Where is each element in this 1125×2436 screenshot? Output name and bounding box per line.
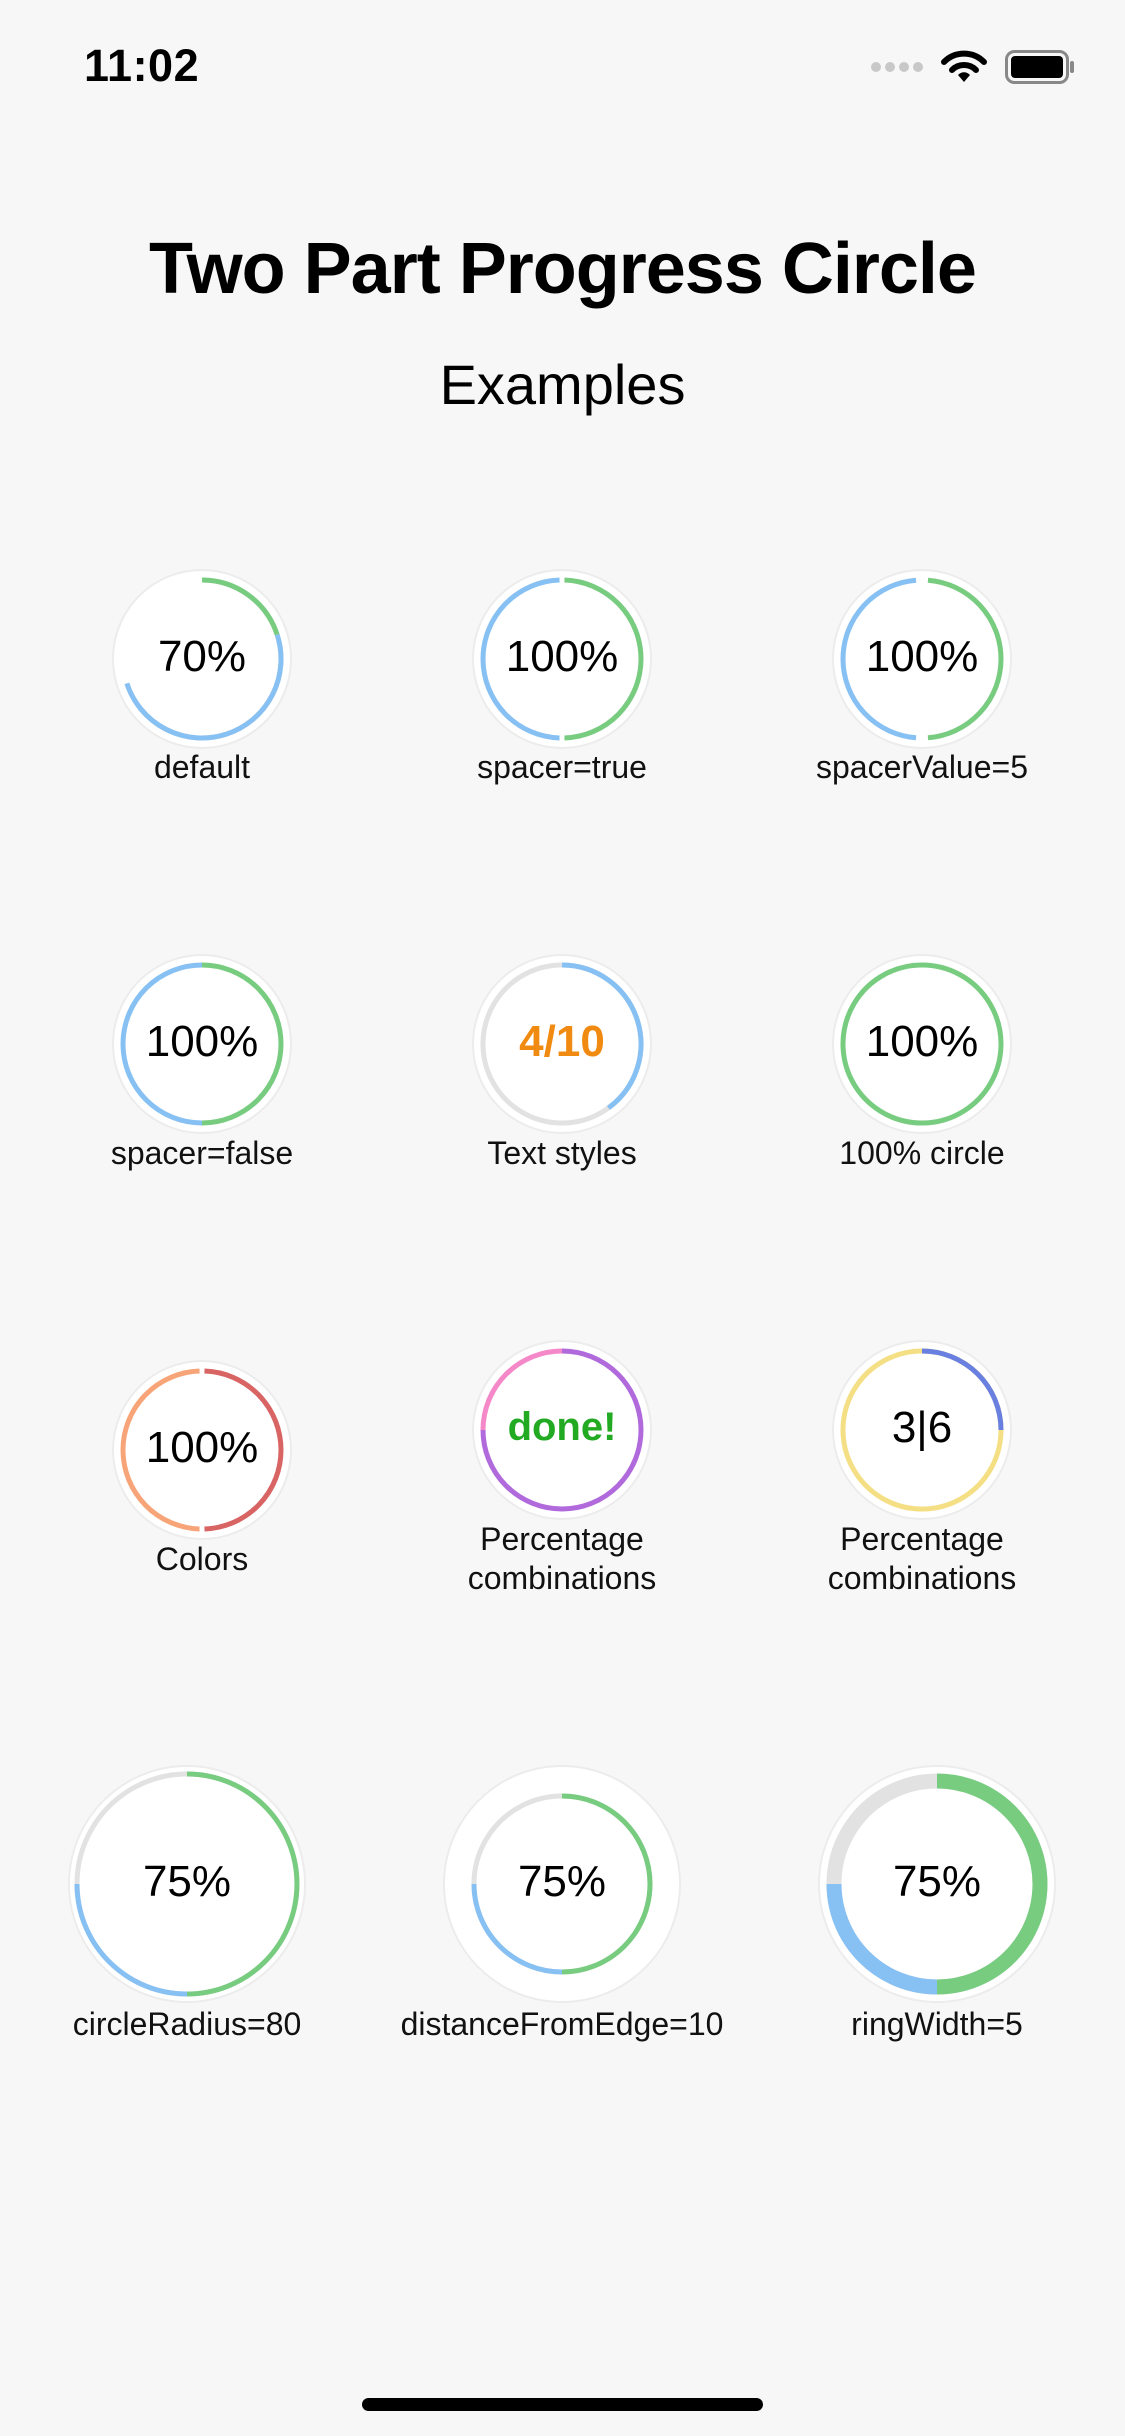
progress-circle: done! bbox=[463, 1331, 661, 1529]
caption-line: ringWidth=5 bbox=[851, 2006, 1023, 2042]
caption-line: Percentage bbox=[840, 1521, 1004, 1557]
progress-circle: 100% bbox=[103, 1351, 301, 1549]
example-caption: ringWidth=5 bbox=[757, 2005, 1117, 2044]
progress-circle: 100% bbox=[823, 560, 1021, 758]
caption-line: 100% circle bbox=[839, 1135, 1005, 1171]
caption-line: Percentage bbox=[480, 1521, 644, 1557]
progress-circle: 75% bbox=[809, 1756, 1065, 2012]
example-caption: spacer=false bbox=[22, 1134, 382, 1173]
progress-label: 100% bbox=[865, 631, 979, 681]
progress-label: 75% bbox=[517, 1856, 607, 1906]
progress-circle: 4/10 bbox=[463, 945, 661, 1143]
caption-line: circleRadius=80 bbox=[72, 2006, 302, 2042]
example-caption: Percentage combinations bbox=[382, 1520, 742, 1598]
battery-icon bbox=[1005, 50, 1074, 84]
example-caption: default bbox=[22, 748, 382, 787]
example-caption: 100% circle bbox=[742, 1134, 1102, 1173]
progress-circle: 3|6 bbox=[823, 1331, 1021, 1529]
progress-circle: 100% bbox=[463, 560, 661, 758]
example-caption: distanceFromEdge=10 bbox=[382, 2005, 742, 2044]
example-caption: Percentage combinations bbox=[742, 1520, 1102, 1598]
caption-line: default bbox=[153, 749, 251, 785]
caption-line: Text styles bbox=[487, 1135, 637, 1171]
progress-circle: 75% bbox=[434, 1756, 690, 2012]
status-icons bbox=[871, 50, 1075, 84]
progress-label: done! bbox=[507, 1405, 617, 1450]
caption-line: distanceFromEdge=10 bbox=[400, 2006, 724, 2042]
caption-line: spacer=true bbox=[477, 749, 647, 785]
caption-line: combinations bbox=[467, 1560, 657, 1596]
progress-label: 3|6 bbox=[891, 1402, 953, 1452]
example-caption: circleRadius=80 bbox=[7, 2005, 367, 2044]
example-caption: Colors bbox=[22, 1540, 382, 1579]
progress-label: 100% bbox=[505, 631, 619, 681]
caption-line: spacer=false bbox=[110, 1135, 294, 1171]
status-time: 11:02 bbox=[84, 40, 200, 91]
progress-label: 75% bbox=[142, 1856, 232, 1906]
progress-circle: 100% bbox=[823, 945, 1021, 1143]
page-title: Two Part Progress Circle bbox=[149, 229, 977, 309]
progress-label: 75% bbox=[892, 1856, 982, 1906]
progress-circle: 75% bbox=[59, 1756, 315, 2012]
example-caption: spacerValue=5 bbox=[742, 748, 1102, 787]
progress-circle: 100% bbox=[103, 945, 301, 1143]
page-subtitle: Examples bbox=[439, 353, 686, 416]
caption-line: combinations bbox=[827, 1560, 1017, 1596]
home-indicator[interactable] bbox=[362, 2398, 763, 2411]
progress-label: 100% bbox=[145, 1422, 259, 1472]
wifi-icon bbox=[941, 50, 987, 82]
progress-label: 100% bbox=[865, 1016, 979, 1066]
screen: 11:02 Two Part Progress Circle Examples … bbox=[0, 0, 1125, 2436]
caption-line: Colors bbox=[155, 1541, 249, 1577]
example-caption: spacer=true bbox=[382, 748, 742, 787]
cellular-dots-icon bbox=[871, 62, 923, 72]
progress-circle: 70% bbox=[103, 560, 301, 758]
progress-label: 4/10 bbox=[519, 1016, 605, 1066]
progress-label: 100% bbox=[145, 1016, 259, 1066]
progress-label: 70% bbox=[157, 631, 247, 681]
example-caption: Text styles bbox=[382, 1134, 742, 1173]
caption-line: spacerValue=5 bbox=[816, 749, 1028, 785]
